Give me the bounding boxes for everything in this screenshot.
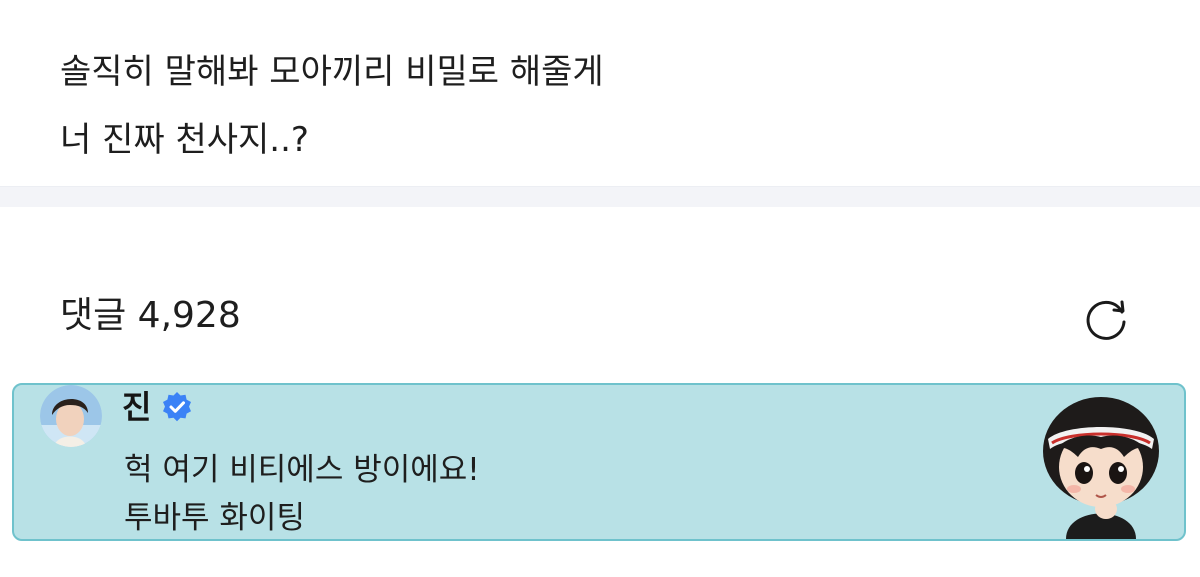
post-text-line-2: 너 진짜 천사지..? [60, 120, 309, 160]
post-text-line-1: 솔직히 말해봐 모아끼리 비밀로 해줄게 [60, 52, 604, 92]
post-body: 솔직히 말해봐 모아끼리 비밀로 해줄게 너 진짜 천사지..? [0, 0, 1200, 186]
comments-header: 댓글 4,928 [0, 206, 1200, 376]
comments-count-title: 댓글 4,928 [60, 295, 241, 336]
verified-badge-icon [163, 392, 192, 422]
refresh-icon[interactable] [1078, 292, 1134, 348]
weverse-post-page: 솔직히 말해봐 모아끼리 비밀로 해줄게 너 진짜 천사지..? 댓글 4,92… [0, 0, 1200, 577]
section-divider [0, 186, 1200, 207]
comment-text-line-2: 투바투 화이팅 [124, 500, 305, 536]
comment-author-name[interactable]: 진 [122, 387, 151, 427]
comment-text-line-1: 헉 여기 비티에스 방이에요! [124, 452, 480, 488]
avatar[interactable] [40, 385, 102, 447]
highlighted-comment-card[interactable]: 진 헉 여기 비티에스 방이에요! 투바투 화이팅 [12, 383, 1186, 541]
chibi-character-sticker [1043, 397, 1159, 539]
comment-author-row: 진 [122, 387, 193, 427]
